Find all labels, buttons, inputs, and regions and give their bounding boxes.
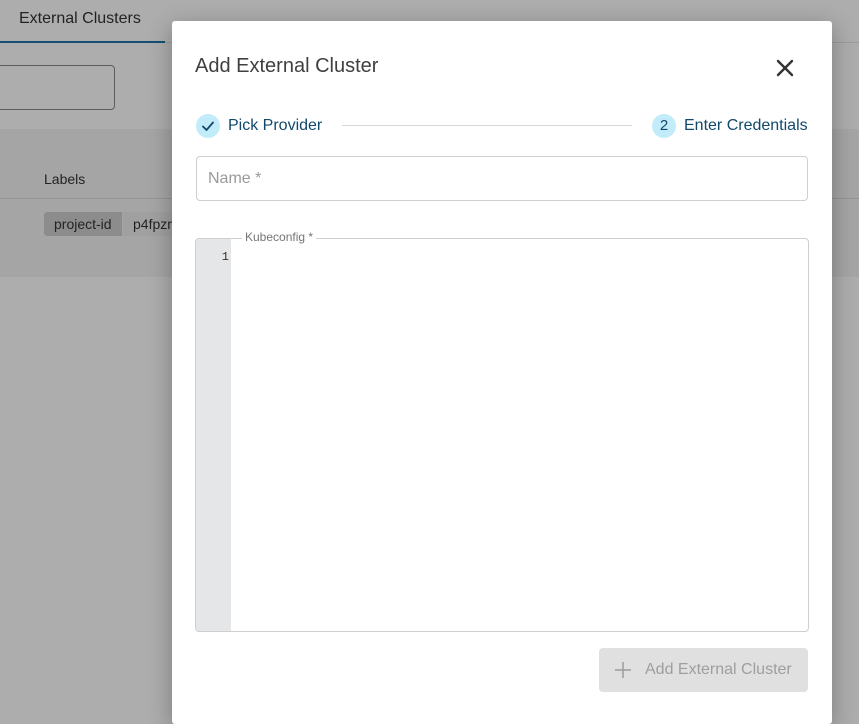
stepper: Pick Provider 2 Enter Credentials bbox=[196, 114, 808, 138]
kubeconfig-code-area[interactable] bbox=[232, 239, 808, 631]
close-icon[interactable] bbox=[772, 55, 798, 81]
name-field[interactable] bbox=[196, 156, 808, 201]
check-icon[interactable] bbox=[196, 114, 220, 138]
add-external-cluster-dialog: Add External Cluster Pick Provider 2 Ent… bbox=[172, 21, 832, 724]
line-number-gutter: 1 bbox=[196, 239, 231, 631]
step-pick-provider[interactable]: Pick Provider bbox=[228, 117, 322, 135]
dialog-title: Add External Cluster bbox=[195, 55, 379, 77]
step-enter-credentials: Enter Credentials bbox=[684, 117, 808, 134]
add-external-cluster-button[interactable]: Add External Cluster bbox=[599, 648, 808, 692]
plus-icon bbox=[614, 661, 632, 679]
step-number-badge: 2 bbox=[652, 114, 676, 138]
kubeconfig-editor[interactable]: 1 Kubeconfig * bbox=[195, 230, 809, 632]
name-input[interactable] bbox=[197, 157, 807, 200]
line-number: 1 bbox=[221, 250, 229, 264]
stepper-divider bbox=[342, 125, 632, 126]
add-external-cluster-button-label: Add External Cluster bbox=[645, 661, 792, 678]
kubeconfig-label: Kubeconfig * bbox=[242, 230, 317, 244]
